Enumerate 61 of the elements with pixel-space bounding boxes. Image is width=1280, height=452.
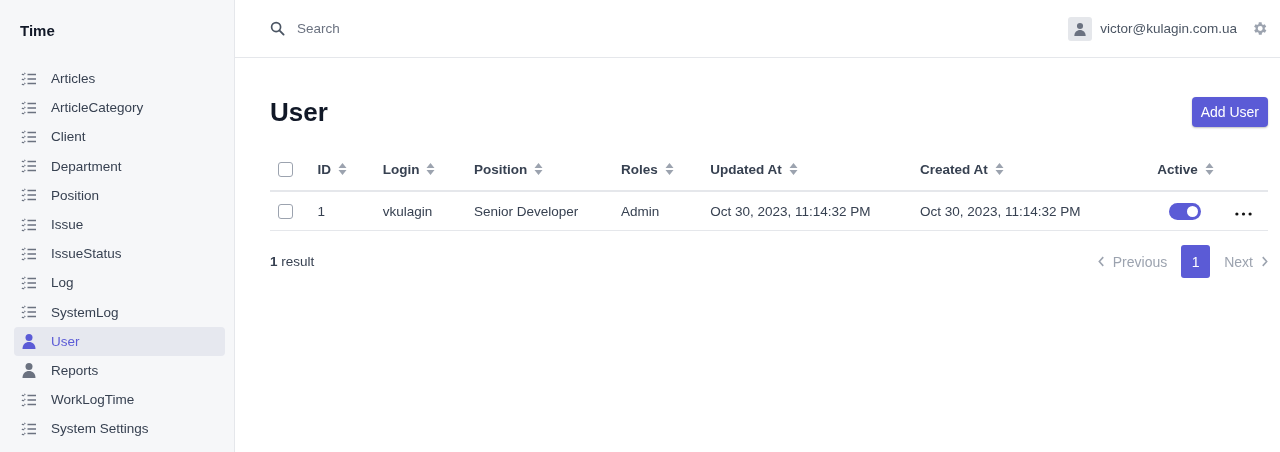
sidebar-item[interactable]: IssueStatus [14, 239, 225, 269]
checklist-icon [21, 420, 37, 437]
select-all-checkbox[interactable] [278, 161, 293, 177]
checklist-icon [21, 128, 37, 145]
checklist-icon [21, 158, 37, 175]
table-cell: Senior Developer [473, 203, 579, 219]
sort-icon[interactable] [338, 162, 347, 175]
avatar-icon[interactable] [1068, 16, 1093, 41]
checklist-icon [21, 187, 37, 204]
checklist-icon [21, 304, 37, 321]
user-email[interactable]: victor@kulagin.com.ua [1100, 21, 1237, 36]
sort-icon[interactable] [994, 162, 1004, 175]
table-cell: 1 [317, 203, 325, 219]
sidebar-item[interactable]: Articles [14, 64, 225, 94]
checklist-icon [21, 70, 37, 87]
sidebar-item[interactable]: ArticleCategory [14, 93, 225, 123]
column-header[interactable]: Roles [620, 161, 658, 177]
settings-icon[interactable] [1251, 20, 1268, 37]
more-icon[interactable] [1235, 211, 1252, 216]
checklist-icon [21, 216, 37, 233]
checklist-icon [21, 391, 37, 408]
table-cell: Admin [620, 203, 660, 219]
table-cell: Oct 30, 2023, 11:14:32 PM [710, 203, 871, 219]
sidebar-item[interactable]: Client [14, 122, 225, 152]
chevron-left-icon [1097, 256, 1105, 267]
sort-icon[interactable] [788, 162, 798, 175]
column-header[interactable]: Position [473, 161, 528, 177]
column-header[interactable]: Updated At [710, 161, 782, 177]
column-header[interactable]: Active [1157, 161, 1198, 177]
sidebar-item[interactable]: System Settings [14, 414, 225, 444]
page-title: User [270, 96, 328, 128]
column-header[interactable]: Created At [920, 161, 988, 177]
sort-icon[interactable] [664, 162, 674, 175]
search-icon [270, 21, 285, 36]
column-header[interactable]: ID [317, 161, 331, 177]
user-icon [21, 333, 37, 350]
sidebar-item[interactable]: User [14, 326, 225, 356]
sidebar-item[interactable]: Reports [14, 355, 225, 386]
sidebar-item[interactable]: WorkLogTime [14, 385, 225, 415]
checklist-icon [21, 245, 37, 262]
add-user-button[interactable]: Add User [1191, 97, 1268, 127]
active-toggle[interactable] [1169, 202, 1202, 220]
sidebar-item[interactable]: Position [14, 180, 225, 210]
column-header[interactable]: Login [382, 161, 420, 177]
chevron-right-icon [1261, 256, 1268, 267]
row-checkbox[interactable] [278, 203, 293, 219]
sort-icon[interactable] [534, 162, 544, 175]
checklist-icon [21, 99, 37, 116]
user-icon [21, 362, 37, 379]
app-title: Time [19, 21, 56, 41]
table-cell: Oct 30, 2023, 11:14:32 PM [920, 203, 1081, 219]
sort-icon[interactable] [1204, 162, 1214, 175]
sidebar-item[interactable]: Log [14, 268, 225, 298]
sidebar-item[interactable]: Issue [14, 209, 225, 240]
result-count: 1 result [270, 254, 315, 269]
checklist-icon [21, 274, 37, 291]
sidebar-item[interactable]: Department [14, 151, 225, 181]
table-cell: vkulagin [382, 203, 433, 219]
sort-icon[interactable] [426, 162, 436, 175]
sidebar-item[interactable]: SystemLog [14, 297, 225, 327]
page-button[interactable]: 1 [1181, 245, 1211, 278]
